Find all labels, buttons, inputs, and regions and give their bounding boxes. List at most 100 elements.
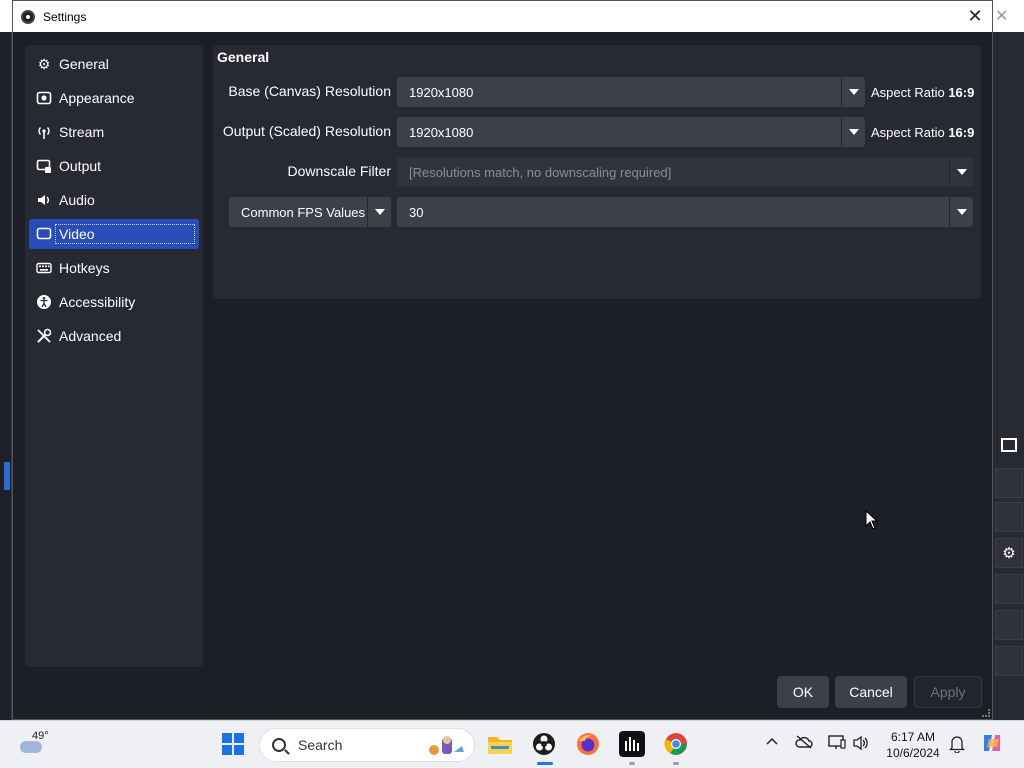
- taskbar: 49° Search 6:17 AM 10/6/2024: [0, 720, 1024, 768]
- gear-icon[interactable]: ⚙: [995, 538, 1023, 568]
- clock-date: 10/6/2024: [886, 746, 940, 760]
- sidebar-item-label: Hotkeys: [59, 260, 110, 276]
- search-icon: [272, 738, 286, 752]
- base-resolution-label: Base (Canvas) Resolution: [228, 83, 391, 99]
- base-resolution-combo[interactable]: 1920x1080: [397, 77, 865, 107]
- mouse-cursor-icon: [865, 510, 879, 530]
- sidebar-item-appearance[interactable]: Appearance: [29, 83, 199, 113]
- system-clock[interactable]: 6:17 AM 10/6/2024: [882, 729, 944, 761]
- sidebar-item-label: General: [59, 56, 109, 72]
- undock-icon[interactable]: [1001, 438, 1017, 452]
- apply-button[interactable]: Apply: [914, 676, 982, 708]
- sidebar-item-label: Stream: [59, 124, 105, 140]
- base-aspect-ratio: Aspect Ratio 16:9: [871, 85, 974, 100]
- cloud-icon: [20, 741, 42, 753]
- cancel-button[interactable]: Cancel: [835, 676, 907, 708]
- sidebar-item-stream[interactable]: Stream: [29, 117, 199, 147]
- background-button[interactable]: [995, 468, 1023, 498]
- output-icon: [35, 157, 53, 175]
- sidebar-item-label: Output: [59, 158, 102, 174]
- resize-grip-icon[interactable]: [982, 709, 990, 717]
- tools-icon: [35, 327, 53, 345]
- downscale-filter-combo[interactable]: [Resolutions match, no downscaling requi…: [397, 157, 973, 187]
- close-icon[interactable]: ✕: [995, 6, 1008, 26]
- display-icon[interactable]: [828, 735, 846, 755]
- chevron-down-icon[interactable]: [949, 197, 973, 227]
- copilot-icon[interactable]: [980, 731, 1004, 759]
- output-resolution-combo[interactable]: 1920x1080: [397, 117, 865, 147]
- sidebar-item-audio[interactable]: Audio: [29, 185, 199, 215]
- monitor-icon: [35, 225, 53, 243]
- weather-widget[interactable]: 49°: [20, 729, 60, 761]
- settings-sidebar: ⚙ General Appearance Stream Output Audio…: [25, 45, 203, 667]
- background-selection-marker: [4, 462, 10, 490]
- output-aspect-ratio: Aspect Ratio 16:9: [871, 125, 974, 140]
- aspect-value: 16:9: [948, 85, 975, 100]
- running-indicator: [673, 762, 679, 765]
- gear-icon: ⚙: [37, 55, 51, 72]
- background-titlebar-left: [0, 0, 12, 32]
- chevron-down-icon[interactable]: [841, 117, 865, 147]
- aspect-label: Aspect Ratio: [871, 125, 945, 140]
- firefox-icon[interactable]: [575, 731, 601, 757]
- antenna-icon: [35, 123, 53, 141]
- speaker-icon: [35, 191, 53, 209]
- fps-value: 30: [409, 204, 424, 220]
- search-highlight-icon: [429, 736, 464, 755]
- sidebar-item-label: Appearance: [59, 90, 135, 106]
- notification-bell-icon[interactable]: [948, 735, 966, 757]
- sidebar-item-label: Audio: [59, 192, 95, 208]
- background-window-left: [0, 0, 12, 720]
- background-titlebar-right: ✕: [993, 0, 1024, 32]
- clock-time: 6:17 AM: [890, 730, 936, 744]
- chevron-down-icon[interactable]: [841, 77, 865, 107]
- taskbar-search[interactable]: Search: [259, 728, 475, 762]
- output-resolution-value: 1920x1080: [409, 124, 474, 140]
- general-video-panel: General Base (Canvas) Resolution 1920x10…: [213, 45, 981, 299]
- background-button[interactable]: [995, 502, 1023, 532]
- ok-button[interactable]: OK: [777, 676, 829, 708]
- close-button[interactable]: ✕: [964, 5, 986, 27]
- chevron-down-icon[interactable]: [949, 157, 973, 187]
- running-indicator: [629, 762, 635, 765]
- chevron-down-icon[interactable]: [367, 197, 391, 227]
- keyboard-icon: [35, 259, 53, 277]
- start-button[interactable]: [220, 731, 246, 757]
- fps-type-combo[interactable]: Common FPS Values: [229, 197, 391, 227]
- sidebar-item-advanced[interactable]: Advanced: [29, 321, 199, 351]
- cloud-offline-icon[interactable]: [795, 735, 813, 753]
- accessibility-icon: [35, 293, 53, 311]
- audio-meter-app-icon[interactable]: [619, 731, 645, 757]
- volume-icon[interactable]: [852, 735, 870, 755]
- sidebar-item-label: Accessibility: [59, 294, 136, 310]
- sidebar-item-hotkeys[interactable]: Hotkeys: [29, 253, 199, 283]
- downscale-filter-label: Downscale Filter: [287, 163, 391, 179]
- background-button[interactable]: [995, 646, 1023, 676]
- base-resolution-value: 1920x1080: [409, 84, 474, 100]
- settings-dialog: Settings ✕ ⚙ General Appearance Stream O…: [12, 0, 993, 720]
- active-app-indicator: [537, 762, 553, 765]
- obs-studio-icon[interactable]: [531, 731, 557, 757]
- background-window-right: ⚙: [993, 0, 1024, 720]
- aspect-label: Aspect Ratio: [871, 85, 945, 100]
- fps-type-value: Common FPS Values: [241, 204, 366, 220]
- output-resolution-label: Output (Scaled) Resolution: [222, 123, 391, 139]
- obs-logo-icon: [21, 9, 35, 24]
- search-placeholder: Search: [298, 737, 343, 753]
- background-button[interactable]: [995, 610, 1023, 640]
- sidebar-item-general[interactable]: ⚙ General: [29, 49, 199, 79]
- appearance-icon: [35, 89, 53, 107]
- file-explorer-icon[interactable]: [487, 731, 513, 757]
- sidebar-item-video[interactable]: Video: [29, 219, 199, 249]
- background-button[interactable]: [995, 574, 1023, 604]
- windows-logo-icon: [222, 733, 244, 755]
- chrome-icon[interactable]: [663, 731, 689, 757]
- downscale-filter-value: [Resolutions match, no downscaling requi…: [409, 164, 672, 180]
- fps-value-combo[interactable]: 30: [397, 197, 973, 227]
- sidebar-item-label: Video: [55, 224, 195, 244]
- sidebar-item-output[interactable]: Output: [29, 151, 199, 181]
- sidebar-item-label: Advanced: [59, 328, 122, 344]
- chevron-up-icon[interactable]: [766, 735, 778, 752]
- dialog-titlebar: Settings ✕: [13, 1, 992, 32]
- sidebar-item-accessibility[interactable]: Accessibility: [29, 287, 199, 317]
